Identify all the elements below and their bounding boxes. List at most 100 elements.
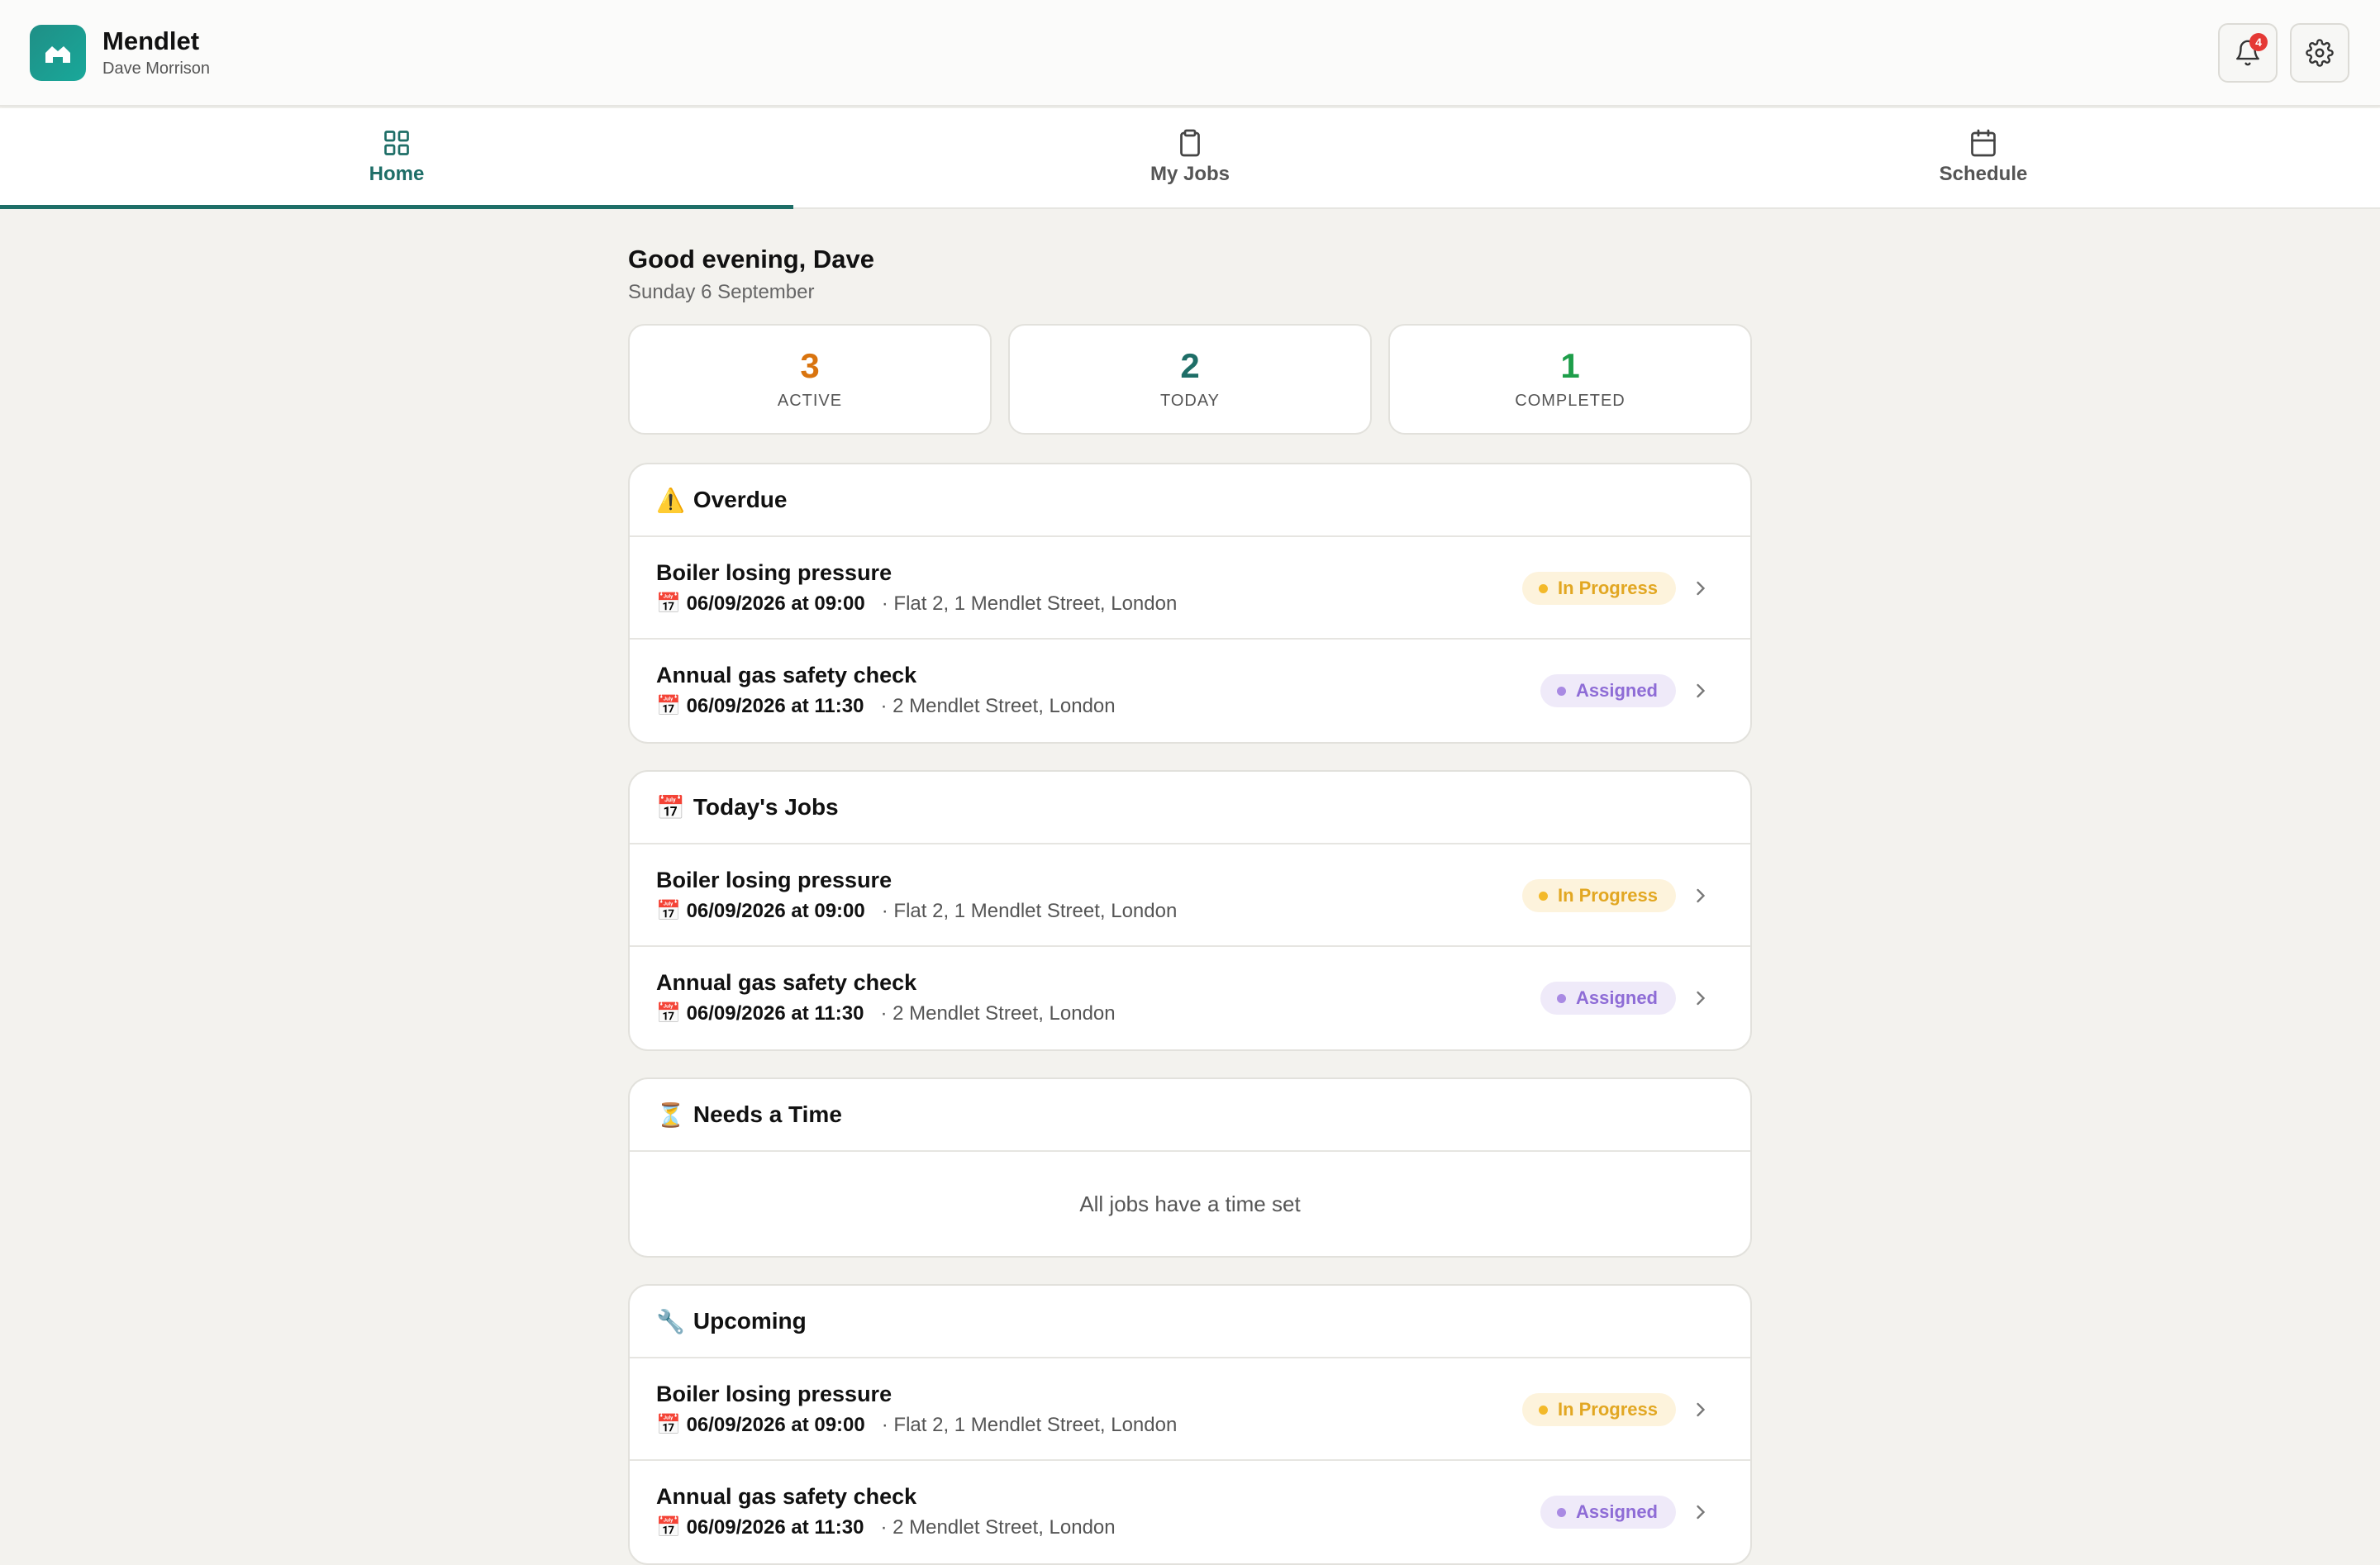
job-title: Boiler losing pressure bbox=[656, 1382, 892, 1406]
job-meta: 📅 06/09/2026 at 09:00 · Flat 2, 1 Mendle… bbox=[656, 592, 1177, 616]
tab-my-jobs[interactable]: My Jobs bbox=[793, 108, 1587, 207]
job-title: Boiler losing pressure bbox=[656, 868, 892, 892]
calendar-icon: 📅 bbox=[656, 1414, 687, 1436]
tab-home-label: Home bbox=[369, 163, 425, 185]
stat-active-label: ACTIVE bbox=[777, 391, 843, 410]
job-address: · Flat 2, 1 Mendlet Street, London bbox=[881, 900, 1178, 922]
empty-state-message: All jobs have a time set bbox=[1079, 1191, 1301, 1216]
status-dot bbox=[1556, 686, 1566, 696]
status-dot bbox=[1556, 1507, 1566, 1517]
section-title: Upcoming bbox=[693, 1308, 807, 1334]
stat-card-today[interactable]: 2 TODAY bbox=[1008, 324, 1372, 435]
needs-time-section: ⏳ Needs a Time All jobs have a time set bbox=[628, 1077, 1752, 1258]
section-header: ⏳ Needs a Time bbox=[630, 1079, 1750, 1152]
chevron-right-icon bbox=[1697, 683, 1706, 698]
status-label: Assigned bbox=[1575, 987, 1658, 1008]
status-badge: Assigned bbox=[1540, 674, 1676, 707]
stat-completed-value: 1 bbox=[1560, 345, 1580, 385]
tab-schedule-label: Schedule bbox=[1939, 163, 2028, 185]
status-label: Assigned bbox=[1575, 1501, 1658, 1522]
job-address: · Flat 2, 1 Mendlet Street, London bbox=[881, 592, 1178, 615]
status-badge: In Progress bbox=[1521, 572, 1676, 605]
notification-count-badge: 4 bbox=[2249, 33, 2268, 51]
settings-button[interactable] bbox=[2290, 23, 2349, 83]
calendar-icon: 📅 bbox=[656, 900, 687, 922]
status-dot bbox=[1538, 1405, 1548, 1415]
job-datetime: 06/09/2026 at 09:00 bbox=[686, 1414, 865, 1436]
main-content: Good evening, Dave Sunday 6 September 3 … bbox=[628, 245, 1752, 1565]
current-date: Sunday 6 September bbox=[628, 281, 815, 303]
app-title: Mendlet bbox=[102, 26, 200, 55]
job-row[interactable]: Boiler losing pressure 📅 06/09/2026 at 0… bbox=[630, 1358, 1750, 1461]
section-header: 🔧 Upcoming bbox=[630, 1286, 1750, 1358]
job-meta: 📅 06/09/2026 at 09:00 · Flat 2, 1 Mendle… bbox=[656, 899, 1177, 923]
calendar-icon: 📅 bbox=[656, 592, 687, 615]
section-title: Today's Jobs bbox=[693, 794, 839, 820]
section-title: Needs a Time bbox=[693, 1101, 842, 1127]
stat-today-value: 2 bbox=[1180, 345, 1200, 385]
stat-today-label: TODAY bbox=[1159, 391, 1221, 410]
hourglass-icon: ⏳ bbox=[656, 1101, 685, 1128]
stat-active-value: 3 bbox=[800, 345, 820, 385]
job-meta: 📅 06/09/2026 at 09:00 · Flat 2, 1 Mendle… bbox=[656, 1413, 1177, 1437]
section-header: 📅 Today's Jobs bbox=[630, 772, 1750, 844]
job-address: · Flat 2, 1 Mendlet Street, London bbox=[881, 1414, 1178, 1436]
tab-bar: Home My Jobs Schedule bbox=[0, 108, 2380, 209]
job-meta: 📅 06/09/2026 at 11:30 · 2 Mendlet Street… bbox=[656, 1515, 1116, 1539]
job-row[interactable]: Annual gas safety check 📅 06/09/2026 at … bbox=[630, 947, 1750, 1049]
job-row[interactable]: Annual gas safety check 📅 06/09/2026 at … bbox=[630, 1461, 1750, 1563]
status-dot bbox=[1556, 993, 1566, 1003]
status-badge: In Progress bbox=[1521, 1393, 1676, 1426]
overdue-section: ⚠️ Overdue Boiler losing pressure 📅 06/0… bbox=[628, 463, 1752, 744]
job-row[interactable]: Boiler losing pressure 📅 06/09/2026 at 0… bbox=[630, 844, 1750, 947]
job-title: Annual gas safety check bbox=[656, 1484, 917, 1509]
chevron-right-icon bbox=[1697, 1505, 1706, 1520]
status-label: Assigned bbox=[1575, 680, 1658, 701]
status-dot bbox=[1538, 583, 1548, 593]
status-label: In Progress bbox=[1557, 578, 1658, 598]
stat-completed-label: COMPLETED bbox=[1515, 391, 1626, 410]
job-address: · 2 Mendlet Street, London bbox=[880, 695, 1116, 717]
status-badge: Assigned bbox=[1540, 1496, 1676, 1529]
user-name: Dave Morrison bbox=[102, 59, 211, 78]
calendar-icon: 📅 bbox=[656, 1516, 687, 1539]
calendar-icon: 📅 bbox=[656, 695, 687, 717]
stat-card-active[interactable]: 3 ACTIVE bbox=[628, 324, 992, 435]
job-title: Annual gas safety check bbox=[656, 970, 917, 995]
tab-my-jobs-label: My Jobs bbox=[1150, 163, 1230, 185]
grid-icon bbox=[384, 131, 409, 155]
job-datetime: 06/09/2026 at 11:30 bbox=[686, 695, 864, 717]
job-datetime: 06/09/2026 at 11:30 bbox=[686, 1002, 864, 1025]
job-title: Annual gas safety check bbox=[656, 663, 917, 687]
job-datetime: 06/09/2026 at 11:30 bbox=[686, 1516, 864, 1539]
chevron-right-icon bbox=[1697, 581, 1706, 596]
section-header: ⚠️ Overdue bbox=[630, 464, 1750, 537]
stat-card-completed[interactable]: 1 COMPLETED bbox=[1388, 324, 1752, 435]
job-datetime: 06/09/2026 at 09:00 bbox=[686, 900, 865, 922]
job-row[interactable]: Boiler losing pressure 📅 06/09/2026 at 0… bbox=[630, 537, 1750, 640]
house-icon bbox=[45, 46, 70, 63]
stats-row: 3 ACTIVE 2 TODAY 1 COMPLETED bbox=[628, 324, 1752, 435]
wrench-icon: 🔧 bbox=[656, 1308, 685, 1334]
status-badge: In Progress bbox=[1521, 879, 1676, 912]
status-badge: Assigned bbox=[1540, 982, 1676, 1015]
status-label: In Progress bbox=[1557, 885, 1658, 906]
calendar-icon: 📅 bbox=[656, 794, 685, 821]
gear-icon bbox=[2306, 39, 2334, 67]
chevron-right-icon bbox=[1697, 1402, 1706, 1417]
notifications-button[interactable]: 4 bbox=[2218, 23, 2278, 83]
tab-home[interactable]: Home bbox=[0, 108, 793, 209]
calendar-icon: 📅 bbox=[656, 1002, 687, 1025]
job-meta: 📅 06/09/2026 at 11:30 · 2 Mendlet Street… bbox=[656, 1001, 1116, 1025]
job-datetime: 06/09/2026 at 09:00 bbox=[686, 592, 865, 615]
job-address: · 2 Mendlet Street, London bbox=[880, 1002, 1116, 1025]
tab-schedule[interactable]: Schedule bbox=[1587, 108, 2380, 207]
app-logo[interactable] bbox=[30, 25, 86, 81]
greeting-heading: Good evening, Dave bbox=[628, 245, 875, 274]
app-header: Mendlet Dave Morrison 4 bbox=[0, 0, 2380, 107]
chevron-right-icon bbox=[1697, 888, 1706, 903]
job-row[interactable]: Annual gas safety check 📅 06/09/2026 at … bbox=[630, 640, 1750, 742]
calendar-icon bbox=[1971, 129, 1996, 157]
status-label: In Progress bbox=[1557, 1399, 1658, 1420]
warning-icon: ⚠️ bbox=[656, 487, 685, 513]
